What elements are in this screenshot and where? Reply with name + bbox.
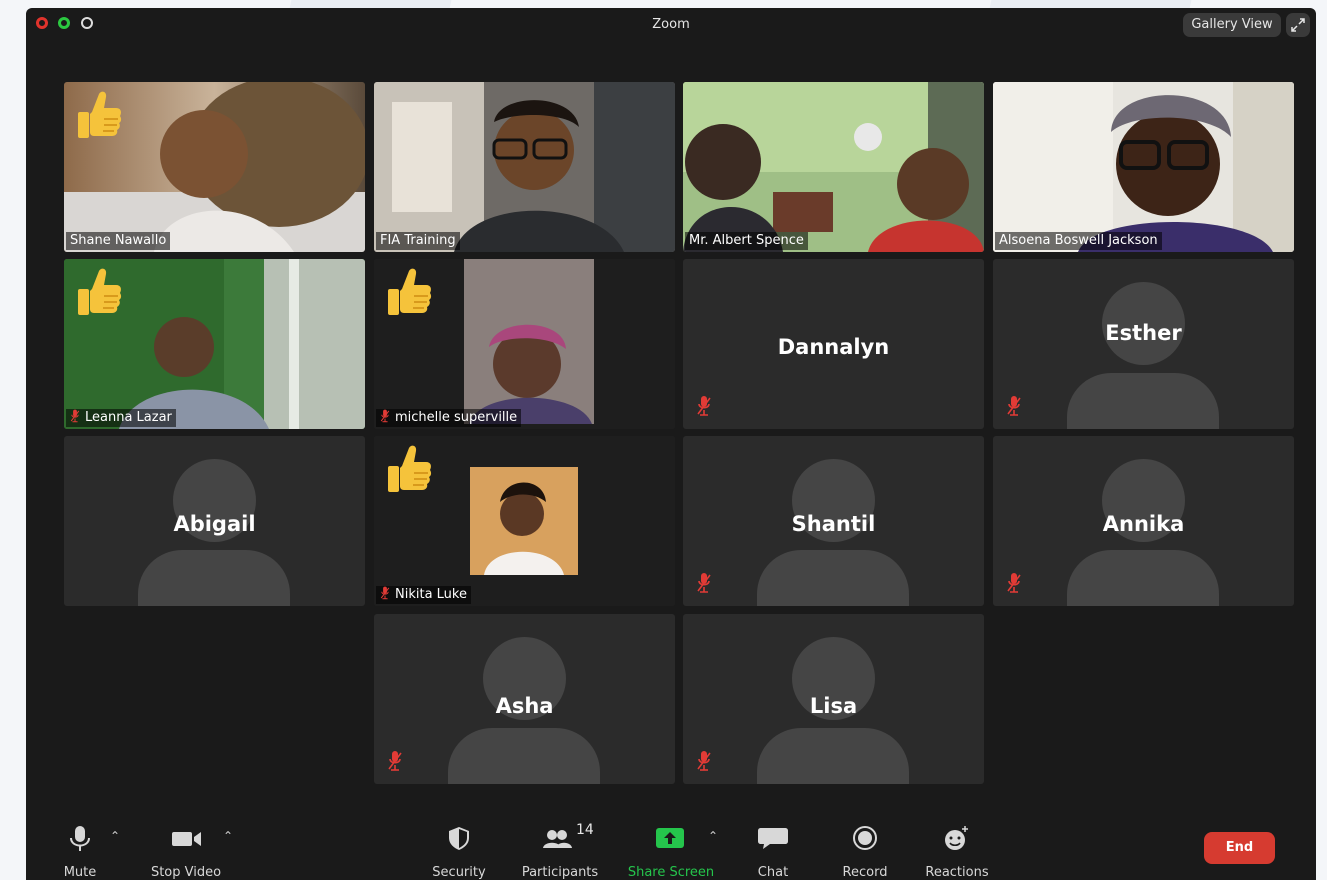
window-title: Zoom bbox=[652, 17, 690, 32]
muted-mic-icon bbox=[388, 750, 402, 772]
participant-tile-esther[interactable]: Esther bbox=[993, 259, 1294, 429]
caret-up-icon[interactable]: ⌃ bbox=[110, 829, 120, 843]
share-screen-icon bbox=[656, 828, 684, 848]
record-button[interactable]: Record bbox=[834, 816, 896, 880]
participant-name-label: Leanna Lazar bbox=[66, 409, 176, 427]
caret-up-icon[interactable]: ⌃ bbox=[223, 829, 233, 843]
participant-name: Abigail bbox=[173, 512, 256, 536]
mute-button[interactable]: Mute bbox=[56, 816, 104, 880]
chat-button[interactable]: Chat bbox=[748, 816, 798, 880]
participant-name: Shantil bbox=[791, 512, 876, 536]
muted-mic-icon bbox=[380, 586, 390, 600]
participant-name: Annika bbox=[1102, 512, 1185, 536]
caret-up-icon[interactable]: ⌃ bbox=[708, 829, 718, 843]
reactions-label: Reactions bbox=[925, 865, 989, 880]
participant-video-feed bbox=[993, 82, 1294, 252]
participant-name-label: michelle superville bbox=[376, 409, 522, 427]
thumbs-up-icon bbox=[386, 444, 432, 496]
participant-name: Esther bbox=[1105, 321, 1182, 345]
participant-name-label: Mr. Albert Spence bbox=[685, 232, 808, 250]
muted-mic-icon bbox=[697, 750, 711, 772]
participant-tile-dannalyn[interactable]: Dannalyn bbox=[683, 259, 984, 429]
participant-name-label: Nikita Luke bbox=[376, 586, 471, 604]
shield-icon bbox=[449, 827, 469, 850]
avatar bbox=[1067, 373, 1219, 429]
record-label: Record bbox=[842, 865, 888, 880]
video-tile-michelle-superville[interactable]: michelle superville bbox=[374, 259, 675, 429]
video-camera-icon bbox=[172, 832, 201, 846]
video-tile-leanna-lazar[interactable]: Leanna Lazar bbox=[64, 259, 365, 429]
reactions-button[interactable]: Reactions bbox=[921, 816, 993, 880]
avatar bbox=[138, 550, 290, 606]
participants-button[interactable]: 14 Participants bbox=[516, 816, 604, 880]
fullscreen-button[interactable] bbox=[1286, 13, 1310, 37]
participant-tile-lisa[interactable]: Lisa bbox=[683, 614, 984, 784]
muted-mic-icon bbox=[380, 409, 390, 423]
fullscreen-icon bbox=[1291, 18, 1305, 32]
video-tile-albert-spence[interactable]: Mr. Albert Spence bbox=[683, 82, 984, 252]
participant-video-feed bbox=[683, 82, 984, 252]
stop-video-button[interactable]: Stop Video bbox=[144, 816, 228, 880]
participant-tile-abigail[interactable]: Abigail bbox=[64, 436, 365, 606]
participant-name-text: Nikita Luke bbox=[395, 587, 467, 602]
participant-name-text: Leanna Lazar bbox=[85, 410, 172, 425]
zoom-window: Zoom Gallery View Shane Nawallo FIA Trai… bbox=[26, 8, 1316, 880]
end-meeting-button[interactable]: End bbox=[1204, 832, 1275, 864]
participant-name-text: michelle superville bbox=[395, 410, 518, 425]
participant-tile-asha[interactable]: Asha bbox=[374, 614, 675, 784]
muted-mic-icon bbox=[697, 572, 711, 594]
gallery-view-button[interactable]: Gallery View bbox=[1183, 13, 1281, 37]
reactions-icon bbox=[945, 826, 968, 850]
avatar bbox=[757, 550, 909, 606]
participant-name-label: Alsoena Boswell Jackson bbox=[995, 232, 1162, 250]
participants-count: 14 bbox=[576, 822, 594, 838]
participant-name-label: Shane Nawallo bbox=[66, 232, 171, 250]
avatar bbox=[448, 728, 600, 784]
thumbs-up-icon bbox=[386, 267, 432, 319]
record-icon bbox=[853, 826, 877, 850]
meeting-toolbar: Mute ⌃ Stop Video ⌃ Security 14 Particip… bbox=[26, 816, 1316, 880]
avatar bbox=[757, 728, 909, 784]
muted-mic-icon bbox=[1007, 572, 1021, 594]
video-tile-alsoena[interactable]: Alsoena Boswell Jackson bbox=[993, 82, 1294, 252]
participant-tile-shantil[interactable]: Shantil bbox=[683, 436, 984, 606]
share-screen-button[interactable]: Share Screen bbox=[624, 816, 718, 880]
share-screen-label: Share Screen bbox=[627, 865, 715, 880]
thumbs-up-icon bbox=[76, 90, 122, 142]
security-label: Security bbox=[432, 865, 486, 880]
title-bar: Zoom Gallery View bbox=[26, 8, 1316, 42]
video-tile-shane[interactable]: Shane Nawallo bbox=[64, 82, 365, 252]
participant-name: Asha bbox=[495, 694, 554, 718]
participant-tile-annika[interactable]: Annika bbox=[993, 436, 1294, 606]
participant-name: Dannalyn bbox=[777, 335, 890, 359]
muted-mic-icon bbox=[70, 409, 80, 423]
participant-video-feed bbox=[374, 82, 675, 252]
stop-video-label: Stop Video bbox=[150, 865, 222, 880]
mic-icon bbox=[70, 826, 90, 851]
participant-name-label: FIA Training bbox=[376, 232, 460, 250]
mute-label: Mute bbox=[63, 865, 97, 880]
security-button[interactable]: Security bbox=[428, 816, 490, 880]
chat-icon bbox=[758, 828, 788, 849]
chat-label: Chat bbox=[757, 865, 789, 880]
video-tile-nikita-luke[interactable]: Nikita Luke bbox=[374, 436, 675, 606]
video-tile-fia-training[interactable]: FIA Training bbox=[374, 82, 675, 252]
avatar bbox=[1067, 550, 1219, 606]
thumbs-up-icon bbox=[76, 267, 122, 319]
muted-mic-icon bbox=[1007, 395, 1021, 417]
participant-name: Lisa bbox=[809, 694, 858, 718]
muted-mic-icon bbox=[697, 395, 711, 417]
participants-label: Participants bbox=[521, 865, 599, 880]
